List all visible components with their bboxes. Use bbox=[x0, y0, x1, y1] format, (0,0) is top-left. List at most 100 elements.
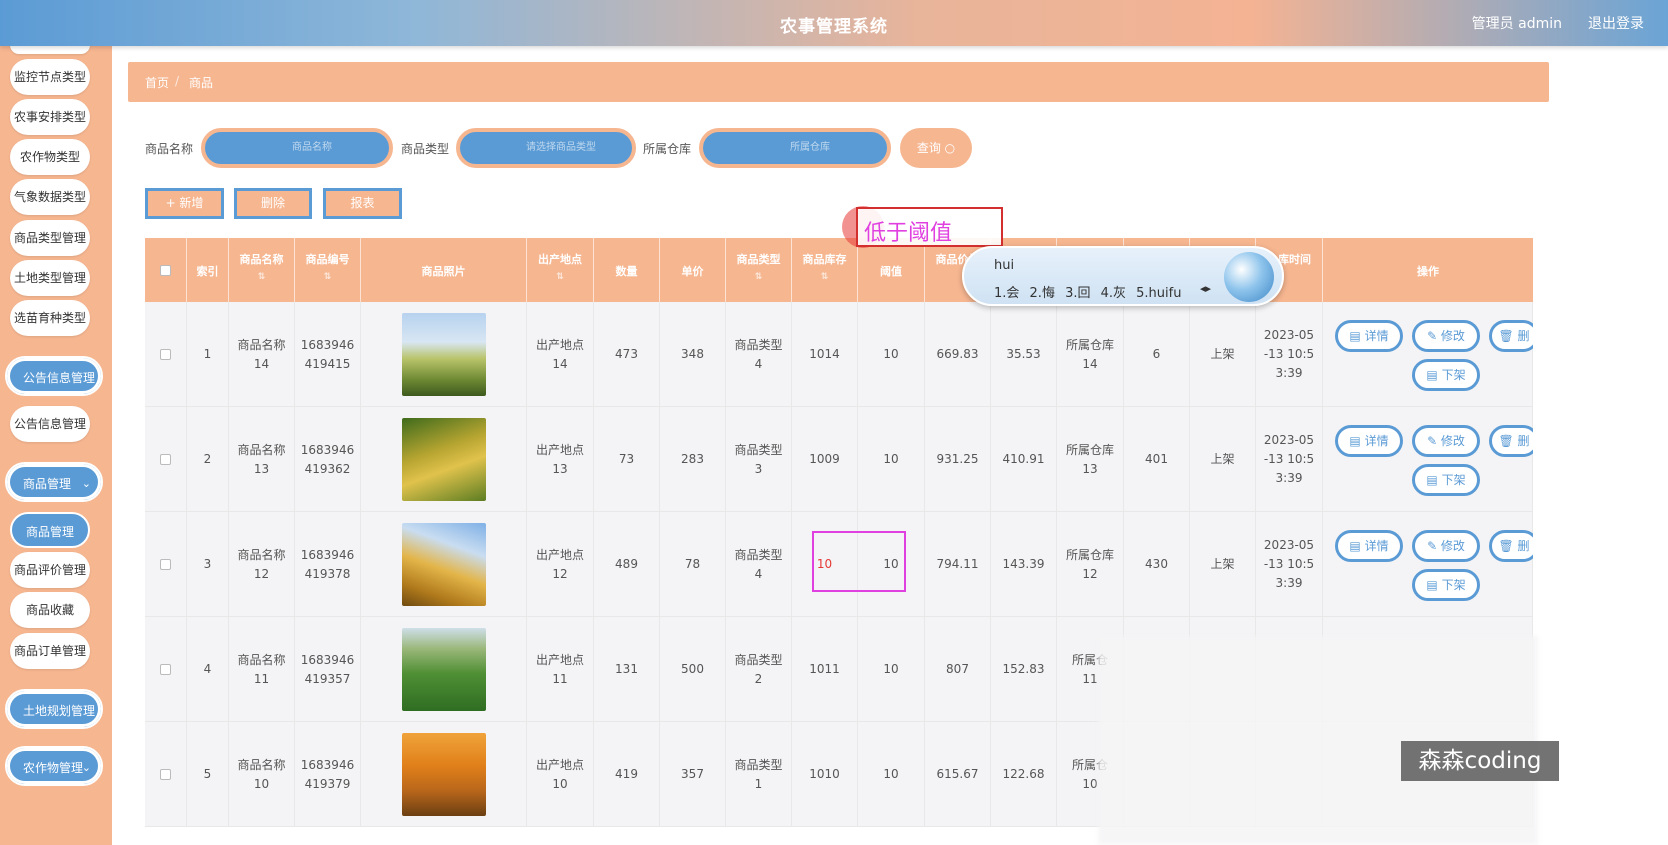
sidebar-item-notice[interactable]: 公告信息管理 bbox=[10, 406, 90, 442]
cell-warehouse: 所属仓库 12 bbox=[1057, 512, 1124, 617]
cell-text: 1683946 419362 bbox=[300, 442, 355, 476]
sidebar-item-goods-type[interactable]: 商品类型管理 bbox=[10, 220, 90, 256]
cell-text: 931.25 bbox=[936, 452, 979, 466]
breadcrumb-home[interactable]: 首页 bbox=[145, 74, 169, 91]
header-threshold[interactable]: 阈值 bbox=[858, 238, 925, 302]
sidebar-item-monitor-node-type[interactable]: 监控节点类型 bbox=[10, 59, 90, 95]
sidebar-item-seedling-type[interactable]: 选苗育种类型 bbox=[10, 300, 90, 336]
ime-composition-box[interactable]: 低于阈值 bbox=[856, 207, 1003, 247]
off-shelf-button[interactable]: ▤ 下架 bbox=[1412, 464, 1480, 496]
sidebar-item-goods-favorite[interactable]: 商品收藏 bbox=[10, 592, 90, 628]
cell-text: 5 bbox=[203, 767, 212, 781]
cell-ops: ▤ 详情 ✎ 修改 🗑 删 ▤ 下架 bbox=[1323, 302, 1533, 407]
search-warehouse-placeholder: 所属仓库 bbox=[790, 142, 830, 153]
detail-button[interactable]: ▤ 详情 bbox=[1335, 320, 1403, 352]
header-photo: 商品照片 bbox=[361, 238, 527, 302]
report-button[interactable]: 报表 bbox=[323, 188, 402, 219]
sidebar-group-land[interactable]: 土地规划管理 bbox=[5, 689, 103, 729]
detail-button[interactable]: ▤ 详情 bbox=[1335, 530, 1403, 562]
header-select-all[interactable] bbox=[145, 238, 187, 302]
cell-text: 283 bbox=[681, 452, 704, 466]
delete-row-button[interactable]: 🗑 删 bbox=[1489, 425, 1533, 457]
cell-warehouse: 所属仓库 14 bbox=[1057, 302, 1124, 407]
header-qty[interactable]: 数量 bbox=[594, 238, 660, 302]
off-shelf-button[interactable]: ▤ 下架 bbox=[1412, 359, 1480, 391]
select-all-checkbox[interactable] bbox=[160, 265, 171, 276]
header-type[interactable]: 商品类型 ⇅ bbox=[726, 238, 792, 302]
sidebar-item-goods-manage[interactable]: 商品管理 bbox=[10, 512, 90, 548]
sidebar-item-land-type[interactable]: 土地类型管理 bbox=[10, 260, 90, 296]
cell-qty: 131 bbox=[594, 617, 660, 722]
cell-text: 商品类型 4 bbox=[734, 337, 783, 371]
cell-price: 807 bbox=[925, 617, 991, 722]
cell-threshold: 10 bbox=[858, 407, 925, 512]
cell-text: 10 bbox=[883, 767, 899, 781]
edit-button[interactable]: ✎ 修改 bbox=[1412, 425, 1480, 457]
cell-text: 所属仓库 13 bbox=[1065, 442, 1114, 476]
add-button[interactable]: + 新增 bbox=[145, 188, 224, 219]
cell-text: 1683946 419357 bbox=[300, 652, 355, 686]
cell-v3: 35.53 bbox=[991, 302, 1057, 407]
top-bar: 农事管理系统 管理员 admin 退出登录 bbox=[0, 0, 1668, 46]
cell-text: 1011 bbox=[809, 662, 840, 676]
delete-row-button[interactable]: 🗑 删 bbox=[1489, 320, 1533, 352]
cell-origin: 出产地点 14 bbox=[527, 302, 594, 407]
sidebar-group-notice-label: 公告信息管理 bbox=[23, 371, 96, 385]
header-code[interactable]: 商品编号 ⇅ bbox=[295, 238, 361, 302]
cell-text: 商品名称 13 bbox=[237, 442, 286, 476]
ime-candidate-popup[interactable]: hui 1.会 2.悔 3.回 4.灰 5.huifu ◂▸ bbox=[962, 246, 1284, 306]
cell-type: 商品类型 1 bbox=[726, 722, 792, 827]
sidebar-item-goods-order[interactable]: 商品订单管理 bbox=[10, 633, 90, 669]
delete-row-button[interactable]: 🗑 删 bbox=[1489, 530, 1533, 562]
row-checkbox[interactable] bbox=[160, 769, 171, 780]
cell-chk bbox=[145, 722, 187, 827]
row-checkbox[interactable] bbox=[160, 349, 171, 360]
row-checkbox[interactable] bbox=[160, 664, 171, 675]
search-type-label: 商品类型 bbox=[401, 142, 450, 156]
cell-index: 4 bbox=[187, 617, 229, 722]
query-button[interactable]: 查询 ○ bbox=[900, 128, 972, 168]
cell-text: 2023-05 -13 10:5 3:39 bbox=[1263, 433, 1315, 485]
cell-text: 10 bbox=[883, 347, 899, 361]
header-unit-price[interactable]: 单价 bbox=[660, 238, 726, 302]
goods-photo bbox=[401, 733, 486, 816]
edit-button[interactable]: ✎ 修改 bbox=[1412, 320, 1480, 352]
detail-button[interactable]: ▤ 详情 bbox=[1335, 425, 1403, 457]
cell-text: 商品类型 4 bbox=[734, 547, 783, 581]
cell-status: 上架 bbox=[1190, 512, 1256, 617]
breadcrumb-separator: / bbox=[175, 74, 180, 88]
sidebar: 监控节点类型 农事安排类型 农作物类型 气象数据类型 商品类型管理 土地类型管理… bbox=[0, 46, 112, 845]
sidebar-group-crop[interactable]: 农作物管理 ⌄ bbox=[5, 746, 103, 786]
row-checkbox[interactable] bbox=[160, 559, 171, 570]
search-warehouse-input[interactable]: 所属仓库 bbox=[699, 128, 891, 168]
delete-button[interactable]: 删除 bbox=[234, 188, 312, 219]
off-shelf-button[interactable]: ▤ 下架 bbox=[1412, 569, 1480, 601]
sidebar-item-weather-type[interactable]: 气象数据类型 bbox=[10, 179, 90, 215]
header-stock[interactable]: 商品库存 ⇅ bbox=[792, 238, 858, 302]
current-user: 管理员 admin bbox=[1471, 16, 1562, 32]
logout-link[interactable]: 退出登录 bbox=[1588, 13, 1644, 33]
cell-type: 商品类型 2 bbox=[726, 617, 792, 722]
cell-name: 商品名称 11 bbox=[229, 617, 295, 722]
edit-button[interactable]: ✎ 修改 bbox=[1412, 530, 1480, 562]
header-name[interactable]: 商品名称 ⇅ bbox=[229, 238, 295, 302]
search-name-input[interactable]: 商品名称 bbox=[201, 128, 393, 168]
sidebar-group-goods[interactable]: 商品管理 ⌄ bbox=[5, 462, 103, 502]
cell-v2: 357 bbox=[660, 722, 726, 827]
goods-photo bbox=[401, 313, 486, 396]
cell-text: 615.67 bbox=[936, 767, 979, 781]
cell-v2: 500 bbox=[660, 617, 726, 722]
header-origin[interactable]: 出产地点 ⇅ bbox=[527, 238, 594, 302]
sidebar-item-goods-review[interactable]: 商品评价管理 bbox=[10, 552, 90, 588]
chevron-down-icon: ⌄ bbox=[81, 761, 91, 774]
cell-photo bbox=[361, 302, 527, 407]
search-type-select[interactable]: 请选择商品类型 bbox=[456, 128, 636, 168]
sidebar-item-farm-schedule-type[interactable]: 农事安排类型 bbox=[10, 99, 90, 135]
sidebar-item-crop-type[interactable]: 农作物类型 bbox=[10, 139, 90, 175]
ime-candidates[interactable]: 1.会 2.悔 3.回 4.灰 5.huifu bbox=[994, 282, 1181, 301]
ime-page-arrows-icon[interactable]: ◂▸ bbox=[1200, 282, 1211, 295]
breadcrumb-current: 商品 bbox=[189, 76, 214, 90]
row-checkbox[interactable] bbox=[160, 454, 171, 465]
sidebar-item-partial[interactable] bbox=[10, 46, 90, 54]
sidebar-group-notice[interactable]: 公告信息管理 bbox=[5, 356, 103, 396]
